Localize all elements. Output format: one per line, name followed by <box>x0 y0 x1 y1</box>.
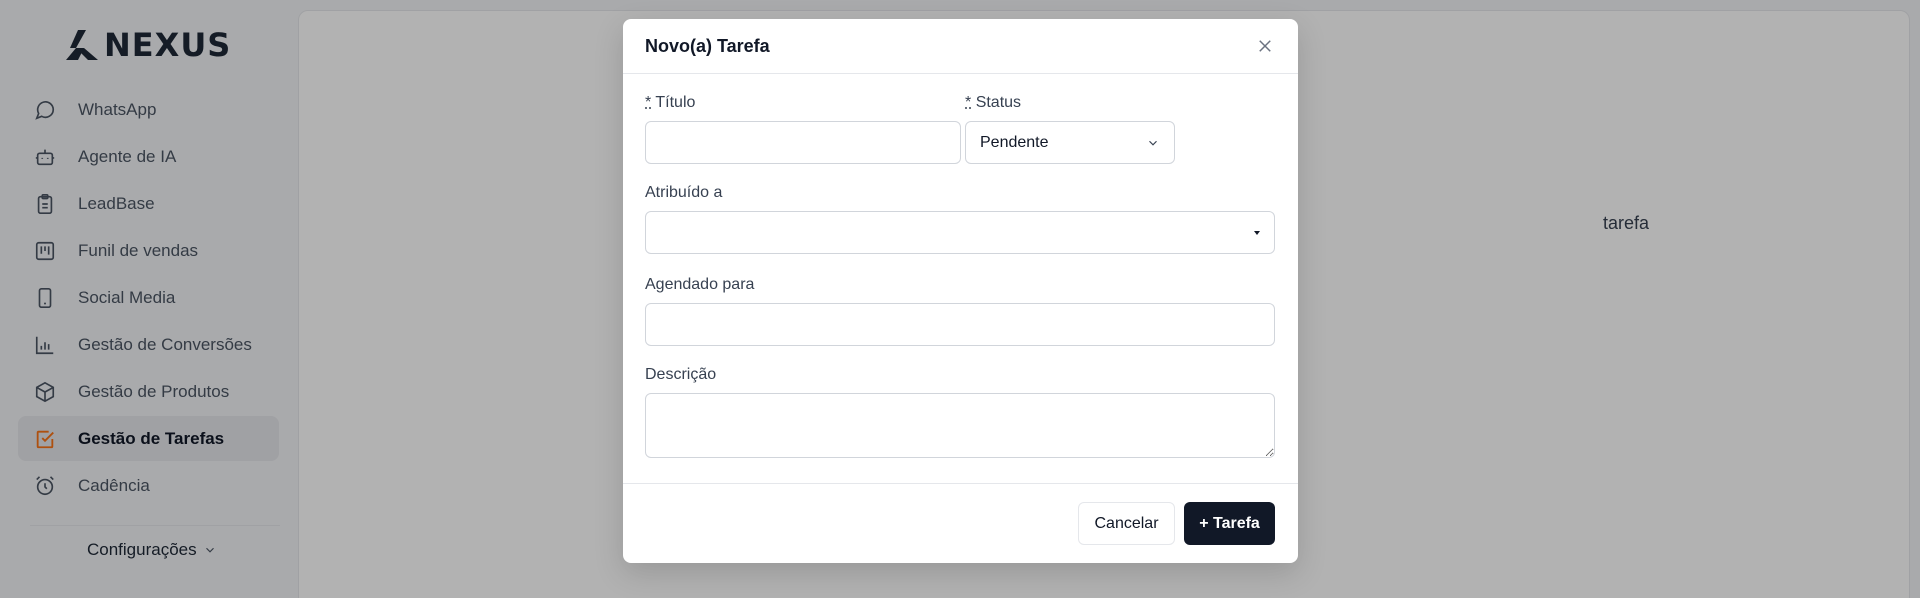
close-icon <box>1259 40 1271 52</box>
status-select[interactable]: Pendente <box>965 121 1175 164</box>
atribuido-label-text: Atribuído a <box>645 184 723 201</box>
modal-title: Novo(a) Tarefa <box>645 35 770 56</box>
modal-header: Novo(a) Tarefa <box>623 19 1298 74</box>
modal-footer-divider <box>623 483 1298 484</box>
atribuido-label: Atribuído a <box>645 184 722 202</box>
descricao-textarea[interactable] <box>645 393 1275 458</box>
status-label: * Status <box>965 94 1021 112</box>
caret-down-icon <box>1254 231 1260 235</box>
descricao-label-text: Descrição <box>645 366 717 383</box>
cancel-button[interactable]: Cancelar <box>1078 502 1175 545</box>
required-mark: * <box>645 94 652 111</box>
agendado-label: Agendado para <box>645 276 754 294</box>
agendado-input[interactable] <box>645 303 1275 346</box>
required-mark: * <box>965 94 972 111</box>
titulo-label: * Título <box>645 94 695 112</box>
status-select-value: Pendente <box>980 133 1049 151</box>
titulo-label-text: Título <box>655 94 696 111</box>
new-task-modal: Novo(a) Tarefa * Título * Status Pendent… <box>623 19 1298 563</box>
atribuido-select[interactable] <box>645 211 1275 254</box>
descricao-label: Descrição <box>645 366 716 384</box>
titulo-input[interactable] <box>645 121 961 164</box>
add-task-button[interactable]: + Tarefa <box>1184 502 1275 545</box>
close-button[interactable] <box>1254 35 1276 57</box>
chevron-down-icon <box>1149 140 1157 146</box>
status-label-text: Status <box>975 94 1022 111</box>
agendado-label-text: Agendado para <box>645 276 755 293</box>
